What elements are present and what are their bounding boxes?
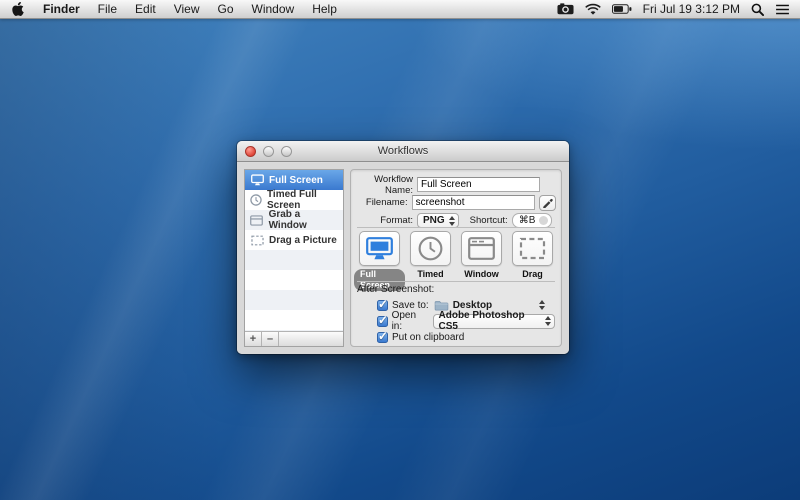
save-to-value[interactable]: Desktop (453, 300, 492, 311)
menu-bar: Finder File Edit View Go Window Help Fri… (0, 0, 800, 19)
spotlight-icon[interactable] (751, 3, 764, 16)
sidebar-item-drag-a-picture[interactable]: Drag a Picture (245, 230, 343, 250)
menu-edit[interactable]: Edit (126, 2, 165, 16)
pen-icon (542, 197, 553, 208)
capture-full-screen: Full Screen (354, 231, 405, 291)
sidebar-item-label: Full Screen (269, 175, 323, 186)
capture-window: Window (456, 231, 507, 291)
format-popup[interactable]: PNG (417, 213, 459, 228)
camera-icon[interactable] (557, 3, 574, 15)
folder-icon (434, 300, 449, 311)
full-screen-button[interactable] (359, 231, 400, 266)
divider (357, 227, 555, 228)
format-shortcut-row: Format: PNG Shortcut: ⌘B (356, 213, 556, 228)
after-screenshot-section: After Screenshot: Save to: Desktop Open … (357, 284, 555, 346)
workflow-list: Full Screen Timed Full Screen Grab a Win… (244, 169, 344, 347)
clipboard-checkbox[interactable] (377, 332, 388, 343)
marquee-icon (250, 235, 264, 246)
wifi-icon[interactable] (585, 3, 601, 15)
sidebar-item-label: Timed Full Screen (267, 189, 339, 211)
remove-workflow-button[interactable]: – (262, 332, 279, 346)
workflows-window: Workflows Full Screen Timed Full Screen (237, 141, 569, 354)
open-in-checkbox[interactable] (377, 316, 388, 327)
menu-view[interactable]: View (165, 2, 209, 16)
format-label: Format: (356, 215, 413, 226)
empty-row (245, 250, 343, 270)
capture-button-label: Drag (522, 269, 543, 280)
sidebar-footer: + – (245, 331, 343, 346)
menubar-status-area: Fri Jul 19 3:12 PM (557, 2, 800, 16)
window-icon (468, 237, 495, 260)
menubar-clock[interactable]: Fri Jul 19 3:12 PM (643, 2, 740, 16)
capture-type-buttons: Full Screen Timed Window (354, 231, 558, 291)
filename-label: Filename: (356, 197, 408, 208)
close-button[interactable] (245, 146, 256, 157)
menu-help[interactable]: Help (303, 2, 346, 16)
clock-icon (418, 236, 443, 261)
window-body: Full Screen Timed Full Screen Grab a Win… (237, 163, 569, 354)
empty-row (245, 270, 343, 290)
capture-button-label: Timed (417, 269, 443, 280)
window-title: Workflows (378, 145, 429, 157)
capture-button-label: Window (464, 269, 498, 280)
zoom-button[interactable] (281, 146, 292, 157)
sidebar-item-label: Grab a Window (269, 209, 339, 231)
notification-center-icon[interactable] (775, 4, 790, 15)
clipboard-row: Put on clipboard (377, 330, 555, 344)
open-in-row: Open in: Adobe Photoshop CS5 (377, 314, 555, 328)
window-icon (250, 215, 264, 226)
minimize-button[interactable] (263, 146, 274, 157)
workflow-form: Workflow Name: Filename: Format: PNG (356, 177, 556, 231)
filename-token-button[interactable] (539, 195, 556, 211)
workflow-name-label: Workflow Name: (356, 174, 413, 196)
workflow-name-input[interactable] (417, 177, 540, 192)
divider (357, 281, 555, 282)
drag-button[interactable] (512, 231, 553, 266)
apple-logo-icon (12, 2, 24, 16)
after-screenshot-heading: After Screenshot: (357, 284, 555, 295)
empty-row (245, 290, 343, 310)
battery-icon[interactable] (612, 4, 632, 14)
sidebar-item-grab-a-window[interactable]: Grab a Window (245, 210, 343, 230)
sidebar-item-full-screen[interactable]: Full Screen (245, 170, 343, 190)
shortcut-value: ⌘B (519, 215, 536, 226)
traffic-lights (245, 146, 292, 157)
workflow-name-row: Workflow Name: (356, 177, 556, 192)
clear-shortcut-icon[interactable] (539, 216, 548, 225)
sidebar-item-label: Drag a Picture (269, 235, 337, 246)
stepper-arrows-icon (449, 216, 455, 226)
open-in-value: Adobe Photoshop CS5 (439, 310, 542, 332)
save-to-popup-stepper[interactable] (539, 300, 545, 310)
menu-window[interactable]: Window (243, 2, 304, 16)
sidebar-item-timed-full-screen[interactable]: Timed Full Screen (245, 190, 343, 210)
marquee-icon (519, 237, 546, 260)
settings-panel: Workflow Name: Filename: Format: PNG (350, 169, 562, 347)
format-value: PNG (423, 215, 445, 226)
save-to-checkbox[interactable] (377, 300, 388, 311)
shortcut-field[interactable]: ⌘B (512, 213, 552, 228)
add-workflow-button[interactable]: + (245, 332, 262, 346)
menu-finder[interactable]: Finder (34, 2, 89, 16)
capture-timed: Timed (405, 231, 456, 291)
display-icon (250, 174, 264, 186)
filename-row: Filename: (356, 195, 556, 210)
capture-drag: Drag (507, 231, 558, 291)
menu-file[interactable]: File (89, 2, 126, 16)
empty-row (245, 310, 343, 330)
window-titlebar[interactable]: Workflows (237, 141, 569, 162)
display-icon (366, 237, 393, 261)
menu-go[interactable]: Go (209, 2, 243, 16)
clock-icon (250, 194, 262, 206)
timed-button[interactable] (410, 231, 451, 266)
open-in-popup[interactable]: Adobe Photoshop CS5 (433, 314, 556, 329)
open-in-label: Open in: (392, 310, 428, 332)
filename-input[interactable] (412, 195, 535, 210)
clipboard-label: Put on clipboard (392, 332, 464, 343)
window-button[interactable] (461, 231, 502, 266)
apple-menu[interactable] (0, 2, 34, 16)
shortcut-label: Shortcut: (470, 215, 508, 226)
save-to-label: Save to: (392, 300, 429, 311)
stepper-arrows-icon (545, 316, 551, 326)
